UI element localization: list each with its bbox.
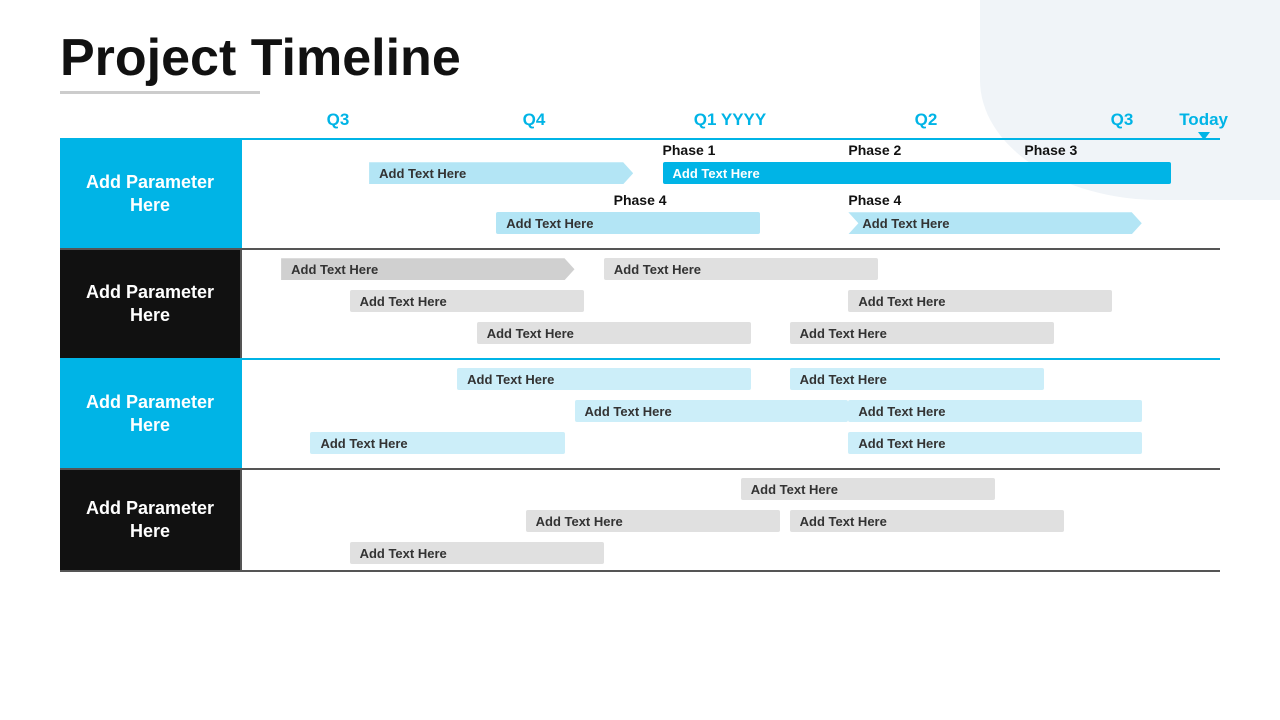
row-3-bar-4: Add Text Here bbox=[848, 400, 1141, 422]
row-3-bar-6: Add Text Here bbox=[848, 432, 1141, 454]
row-2-label: Add Parameter Here bbox=[60, 250, 240, 358]
timeline-row-2: Add Parameter Here Add Text Here Add Tex… bbox=[60, 248, 1220, 358]
phase-2-label: Phase 2 bbox=[848, 142, 901, 158]
timeline-header: Q3 Q4 Q1 YYYY Q2 Q3 Today bbox=[240, 110, 1220, 130]
page-content: Project Timeline Q3 Q4 Q1 YYYY Q2 Q3 Tod… bbox=[0, 0, 1280, 592]
row-4-bar-2: Add Text Here bbox=[526, 510, 780, 532]
row-1-bar-2: Add Text Here bbox=[496, 212, 760, 234]
row-3-bar-2: Add Text Here bbox=[790, 368, 1044, 390]
timeline-row-1: Add Parameter Here Phase 1 Phase 2 Phase… bbox=[60, 138, 1220, 248]
page-title: Project Timeline bbox=[60, 30, 1220, 87]
row-2-bar-1: Add Text Here bbox=[281, 258, 574, 280]
quarter-q4: Q4 bbox=[436, 110, 632, 130]
row-2-bar-6: Add Text Here bbox=[790, 322, 1054, 344]
row-4-content: Add Text Here Add Text Here Add Text Her… bbox=[240, 470, 1220, 570]
row-4-bar-4: Add Text Here bbox=[350, 542, 604, 564]
row-3-label: Add Parameter Here bbox=[60, 360, 240, 468]
row-3-bar-3: Add Text Here bbox=[575, 400, 849, 422]
row-3-bar-1: Add Text Here bbox=[457, 368, 750, 390]
timeline-container: Add Parameter Here Phase 1 Phase 2 Phase… bbox=[60, 138, 1220, 572]
row-2-content: Add Text Here Add Text Here Add Text Her… bbox=[240, 250, 1220, 358]
quarter-q1: Q1 YYYY bbox=[632, 110, 828, 130]
phase-3-label: Phase 3 bbox=[1024, 142, 1077, 158]
row-4-bar-1: Add Text Here bbox=[741, 478, 995, 500]
row-2-bar-4: Add Text Here bbox=[848, 290, 1112, 312]
row-2-bar-2: Add Text Here bbox=[604, 258, 878, 280]
phase-4-right-label: Phase 4 bbox=[848, 192, 901, 208]
quarter-q3-1: Q3 bbox=[240, 110, 436, 130]
row-4-label: Add Parameter Here bbox=[60, 470, 240, 570]
row-4-bar-3: Add Text Here bbox=[790, 510, 1064, 532]
timeline-row-4: Add Parameter Here Add Text Here Add Tex… bbox=[60, 468, 1220, 572]
row-2-bar-3: Add Text Here bbox=[350, 290, 585, 312]
row-1-bar-arrow2: Add Text Here bbox=[848, 212, 1141, 234]
today-label: Today bbox=[1179, 110, 1228, 140]
row-1-content: Phase 1 Phase 2 Phase 3 Add Text Here Ad… bbox=[240, 140, 1220, 248]
phase-1-label: Phase 1 bbox=[663, 142, 716, 158]
row-3-bar-5: Add Text Here bbox=[310, 432, 564, 454]
row-1-bar-arrow: Add Text Here bbox=[369, 162, 633, 184]
row-2-bar-5: Add Text Here bbox=[477, 322, 751, 344]
title-underline bbox=[60, 91, 260, 94]
row-3-content: Add Text Here Add Text Here Add Text Her… bbox=[240, 360, 1220, 468]
timeline-row-3: Add Parameter Here Add Text Here Add Tex… bbox=[60, 358, 1220, 468]
row-1-label: Add Parameter Here bbox=[60, 140, 240, 248]
row-1-bar-phase123: Add Text Here bbox=[663, 162, 1172, 184]
quarter-q2: Q2 bbox=[828, 110, 1024, 130]
phase-4-left-label: Phase 4 bbox=[614, 192, 667, 208]
